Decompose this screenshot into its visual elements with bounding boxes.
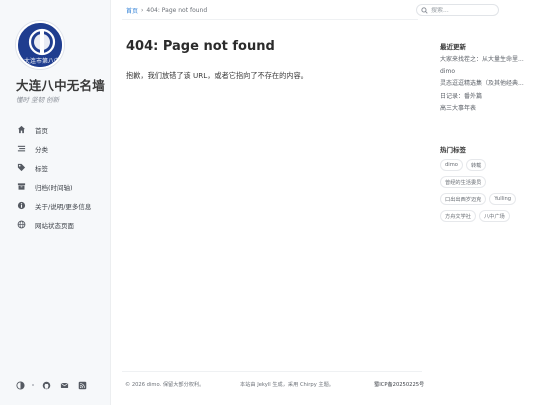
github-icon[interactable] bbox=[40, 379, 52, 391]
email-icon[interactable] bbox=[58, 379, 70, 391]
tag-chip[interactable]: 转载 bbox=[465, 159, 487, 171]
tag-chip[interactable]: 方舟文学社 bbox=[440, 210, 476, 222]
recent-update-link[interactable]: dimo bbox=[440, 66, 532, 78]
search-icon bbox=[421, 6, 428, 14]
sidebar-item-categories[interactable]: 分类 bbox=[0, 139, 110, 158]
topbar-divider bbox=[122, 19, 418, 20]
info-circle-icon bbox=[16, 201, 26, 211]
archive-icon bbox=[16, 182, 26, 192]
recent-updates-heading: 最近更新 bbox=[440, 43, 466, 51]
breadcrumb-separator: › bbox=[141, 7, 144, 14]
recent-update-link[interactable]: 日记录：番外篇 bbox=[440, 91, 532, 103]
sidebar-item-label: 关于/说明/更多信息 bbox=[35, 202, 92, 211]
sidebar-bottom bbox=[14, 379, 88, 391]
search-box[interactable] bbox=[416, 4, 499, 16]
sidebar-item-tags[interactable]: 标签 bbox=[0, 158, 110, 177]
recent-updates-list: 大家来找茬之：从大量生命里... dimo 灵态逗逗精选集（及其他经典... 日… bbox=[440, 54, 532, 115]
footer-divider bbox=[122, 371, 422, 372]
separator-dot bbox=[32, 384, 34, 386]
sidebar-item-archives[interactable]: 归档(时间轴) bbox=[0, 177, 110, 196]
site-title[interactable]: 大连八中无名墙 bbox=[16, 75, 105, 94]
trending-tags-list: dimo 转载 曾经的生活委员 口出出西岁迈克 Yulling 方舟文学社 八中… bbox=[440, 159, 532, 222]
sidebar-item-about[interactable]: 关于/说明/更多信息 bbox=[0, 196, 110, 215]
trending-tags-heading: 热门标签 bbox=[440, 146, 466, 154]
tag-chip[interactable]: Yulling bbox=[489, 193, 517, 205]
search-input[interactable] bbox=[431, 6, 491, 14]
avatar[interactable]: 大连市第八中 bbox=[16, 21, 64, 69]
footer-powered-by: 本站由 Jekyll 生成，采用 Chirpy 主题。 bbox=[240, 382, 334, 388]
site-subtitle: 懂时 坚韧 创新 bbox=[16, 96, 60, 104]
recent-update-link[interactable]: 高三大事年表 bbox=[440, 103, 532, 115]
avatar-text: 大连市第八中 bbox=[23, 58, 60, 65]
globe-icon bbox=[16, 220, 26, 230]
footer-icp-text[interactable]: 蜀ICP备20250225号 bbox=[374, 382, 424, 388]
recent-update-link[interactable]: 大家来找茬之：从大量生命里... bbox=[440, 54, 532, 66]
tag-chip[interactable]: dimo bbox=[440, 159, 463, 171]
rss-icon[interactable] bbox=[76, 379, 88, 391]
sidebar-item-label: 归档(时间轴) bbox=[35, 183, 73, 192]
theme-toggle-icon[interactable] bbox=[14, 379, 26, 391]
sidebar-item-home[interactable]: 首页 bbox=[0, 120, 110, 139]
tags-icon bbox=[16, 163, 26, 173]
breadcrumb-current: 404: Page not found bbox=[146, 7, 208, 14]
sidebar-nav: 首页 分类 标签 归档(时间轴) 关于/说明/更多信息 网站状态页面 bbox=[0, 120, 110, 234]
tag-chip[interactable]: 曾经的生活委员 bbox=[440, 176, 487, 188]
sidebar-item-label: 首页 bbox=[35, 126, 48, 135]
sidebar-item-status[interactable]: 网站状态页面 bbox=[0, 215, 110, 234]
sidebar: 大连市第八中 大连八中无名墙 懂时 坚韧 创新 首页 分类 标签 归档(时间轴)… bbox=[0, 0, 111, 405]
sidebar-item-label: 标签 bbox=[35, 164, 48, 173]
recent-update-link[interactable]: 灵态逗逗精选集（及其他经典... bbox=[440, 78, 532, 90]
tag-chip[interactable]: 八中广场 bbox=[478, 210, 510, 222]
breadcrumb-home-link[interactable]: 首页 bbox=[126, 6, 138, 15]
breadcrumb: 首页 › 404: Page not found bbox=[126, 6, 207, 15]
stream-icon bbox=[16, 144, 26, 154]
footer-icp-link[interactable]: 蜀ICP备20250225号 bbox=[374, 381, 424, 388]
tag-chip[interactable]: 口出出西岁迈克 bbox=[440, 193, 487, 205]
home-icon bbox=[16, 125, 26, 135]
error-message: 抱歉，我们放错了该 URL，或者它指向了不存在的内容。 bbox=[126, 71, 308, 80]
page-title: 404: Page not found bbox=[126, 39, 275, 54]
sidebar-item-label: 网站状态页面 bbox=[35, 221, 74, 230]
footer-copyright: © 2026 dimo. 保留大部分权利。 bbox=[125, 382, 205, 388]
sidebar-item-label: 分类 bbox=[35, 145, 48, 154]
